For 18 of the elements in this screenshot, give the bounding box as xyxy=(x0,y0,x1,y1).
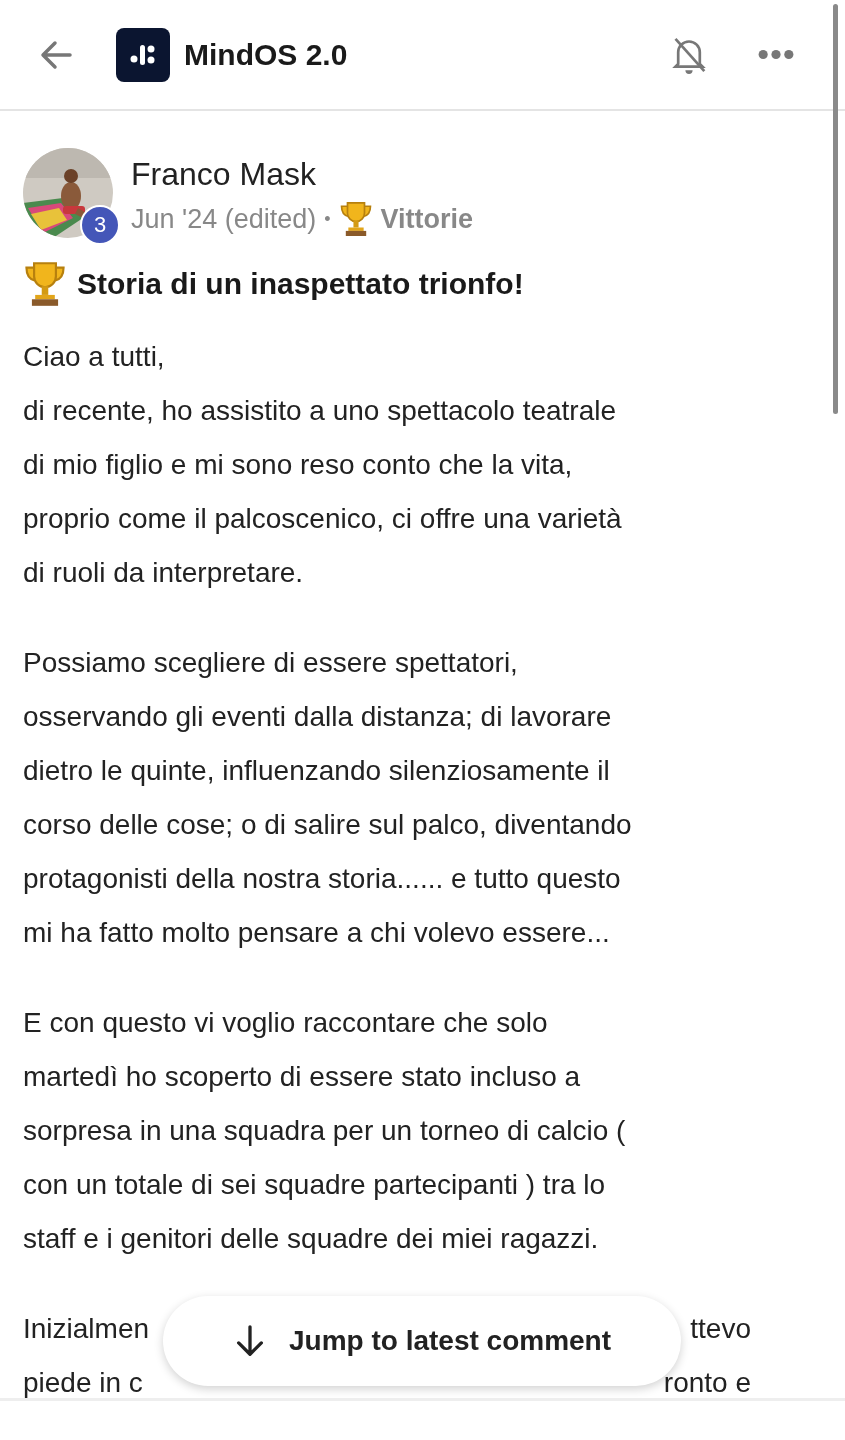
author-name[interactable]: Franco Mask xyxy=(131,154,474,194)
paragraph-text: piede in c xyxy=(23,1366,143,1400)
separator-dot: • xyxy=(324,208,331,230)
post-paragraph: Possiamo scegliere di essere spettatori, osservando gli eventi dalla distanza; di lavorare dietro le quinte, influenzando silenziosamente il corso delle cose; o di salire sul palco, diventando protagonisti della nostra storia...... e tutto questo mi ha fatto molto pensare a chi volevo essere... xyxy=(23,646,633,950)
paragraph-text: Inizialmen xyxy=(23,1312,150,1346)
scrollbar[interactable] xyxy=(833,4,838,414)
more-icon[interactable] xyxy=(757,49,795,60)
post-date: Jun '24 (edited) xyxy=(131,203,317,235)
trophy-icon xyxy=(23,260,67,308)
topic-title: MindOS 2.0 xyxy=(184,37,348,72)
post-title: Storia di un inaspettato trionfo! xyxy=(77,267,524,301)
trophy-icon xyxy=(338,200,373,238)
level-badge: 3 xyxy=(80,205,120,245)
post-paragraph: Ciao a tutti, di recente, ho assistito a uno spettacolo teatrale di mio figlio e mi sono reso conto che la vita, proprio come il palcoscenico, ci offre una varietà di ruoli da interpretare. xyxy=(23,340,623,590)
paragraph-text: ttevo xyxy=(690,1312,751,1346)
app-logo-icon xyxy=(116,27,170,82)
post-paragraph: E con questo vi voglio raccontare che solo martedì ho scoperto di essere stato incluso a sorpresa in una squadra per un torneo di calcio ( con un totale di sei squadre partecipanti ) tra lo staff e i genitori delle squadre dei miei ragazzi. xyxy=(23,1006,627,1256)
category-link[interactable]: Vittorie xyxy=(380,203,474,235)
